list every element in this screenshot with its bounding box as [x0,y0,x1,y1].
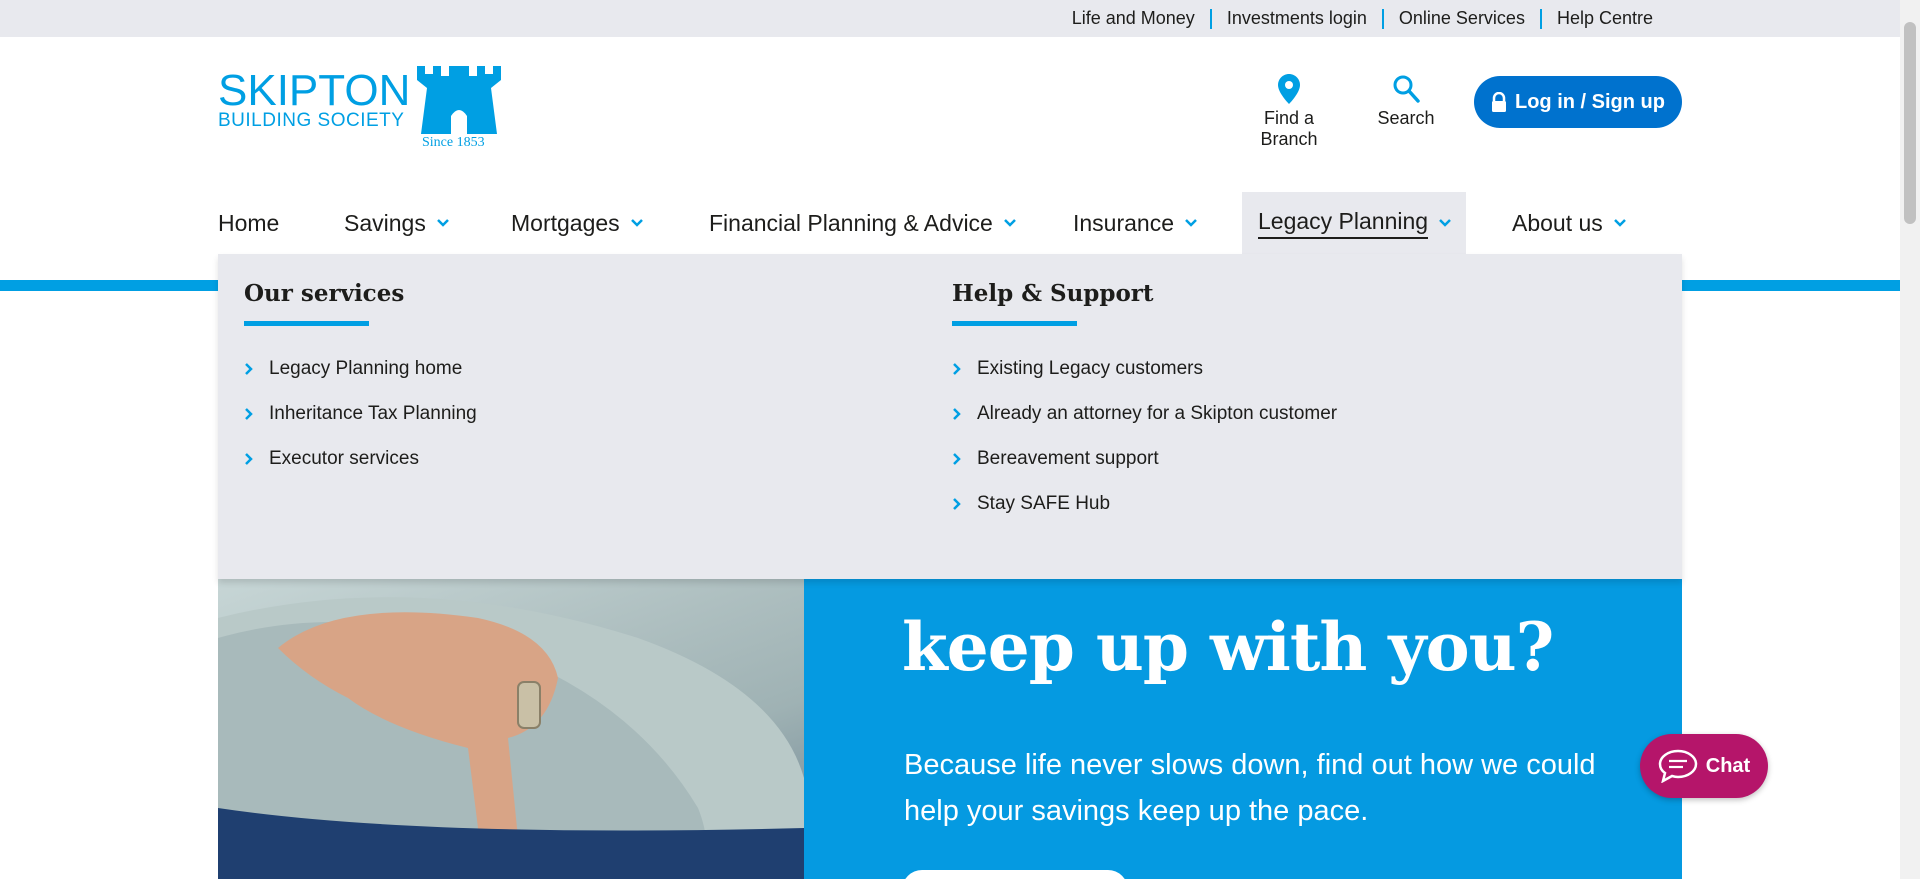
nav-item-mortgages[interactable]: Mortgages [511,192,644,254]
menu-link-label: Inheritance Tax Planning [269,402,477,424]
chat-bubble-icon [1658,749,1698,783]
search-link[interactable]: Search [1370,74,1442,129]
chevron-down-icon [630,219,643,227]
menu-link-bereavement-support[interactable]: Bereavement support [952,436,1337,481]
hero-photo-illustration [218,597,804,879]
chevron-right-icon [952,452,977,465]
castle-icon [417,66,501,134]
scrollbar-thumb[interactable] [1904,22,1916,224]
hero-panel: keep up with you? Because life never slo… [804,578,1682,879]
utility-link-investments-login[interactable]: Investments login [1212,8,1382,29]
our-services-heading: Our services [244,280,405,307]
menu-link-label: Stay SAFE Hub [977,492,1111,514]
nav-item-about-us[interactable]: About us [1512,192,1627,254]
menu-link-attorney[interactable]: Already an attorney for a Skipton custom… [952,391,1337,436]
menu-link-label: Executor services [269,447,419,469]
chevron-right-icon [952,497,977,510]
chevron-down-icon [1003,219,1016,227]
menu-link-inheritance-tax-planning[interactable]: Inheritance Tax Planning [244,391,477,436]
heading-underline [952,321,1077,326]
menu-link-label: Legacy Planning home [269,357,463,379]
utility-links: Life and Money Investments login Online … [1057,0,1668,37]
chevron-right-icon [244,407,269,420]
nav-item-legacy-planning[interactable]: Legacy Planning [1242,192,1466,254]
hero-body: Because life never slows down, find out … [904,749,1596,827]
logo-wordmark: SKIPTON [218,66,411,115]
hero-title: keep up with you? [902,608,1554,686]
menu-link-label: Already an attorney for a Skipton custom… [977,402,1338,424]
page-scrollbar[interactable] [1900,0,1920,879]
logo-subtitle: BUILDING SOCIETY [218,110,405,131]
search-label: Search [1377,108,1435,128]
find-branch-label: Find a Branch [1260,108,1318,149]
chat-button[interactable]: Chat [1640,734,1768,798]
logo-since: Since 1853 [422,135,485,150]
skipton-logo[interactable]: SKIPTON BUILDING SOCIETY Since 1853 [218,66,508,154]
nav-item-label: Financial Planning & Advice [709,209,993,236]
help-support-column: Help & Support Existing Legacy customers… [952,280,1337,526]
legacy-planning-mega-menu: Our services Legacy Planning home Inheri… [218,254,1682,579]
our-services-column: Our services Legacy Planning home Inheri… [244,280,477,481]
nav-item-label: Mortgages [511,209,620,236]
nav-item-label: About us [1512,209,1603,236]
lock-icon [1492,92,1506,112]
chevron-right-icon [952,407,977,420]
nav-item-label: Insurance [1073,209,1175,236]
chat-label: Chat [1705,754,1751,777]
hero-image [218,578,804,879]
menu-link-label: Existing Legacy customers [977,357,1203,379]
chevron-right-icon [952,362,977,375]
map-pin-icon [1278,74,1300,104]
menu-link-executor-services[interactable]: Executor services [244,436,477,481]
main-nav: Home Savings Mortgages Financial Plannin… [218,192,1682,254]
nav-item-label: Legacy Planning [1258,208,1429,239]
nav-item-home[interactable]: Home [218,192,279,254]
help-support-heading: Help & Support [952,280,1154,307]
nav-item-label: Savings [344,209,426,236]
utility-bar: Life and Money Investments login Online … [0,0,1900,37]
chevron-right-icon [244,362,269,375]
nav-item-label: Home [218,209,280,236]
menu-link-existing-legacy-customers[interactable]: Existing Legacy customers [952,346,1337,391]
login-signup-button[interactable]: Log in / Sign up [1474,76,1682,128]
chevron-down-icon [436,219,449,227]
nav-item-financial-planning[interactable]: Financial Planning & Advice [709,192,1017,254]
menu-link-label: Bereavement support [977,447,1159,469]
nav-item-savings[interactable]: Savings [344,192,450,254]
header-accent-bar [1682,280,1900,291]
search-icon [1393,75,1420,103]
heading-underline [244,321,369,326]
chevron-down-icon [1185,219,1197,227]
login-signup-label: Log in / Sign up [1515,90,1665,113]
utility-link-online-services[interactable]: Online Services [1384,8,1540,29]
utility-link-life-and-money[interactable]: Life and Money [1057,8,1210,29]
header-accent-bar [0,280,218,291]
chevron-right-icon [244,452,269,465]
find-branch-link[interactable]: Find a Branch [1234,74,1344,150]
chevron-down-icon [1613,219,1626,227]
menu-link-legacy-planning-home[interactable]: Legacy Planning home [244,346,477,391]
nav-item-insurance[interactable]: Insurance [1073,192,1198,254]
hero-cta-button[interactable] [902,870,1128,879]
chevron-down-icon [1439,219,1451,227]
menu-link-stay-safe-hub[interactable]: Stay SAFE Hub [952,481,1337,526]
utility-link-help-centre[interactable]: Help Centre [1542,8,1668,29]
